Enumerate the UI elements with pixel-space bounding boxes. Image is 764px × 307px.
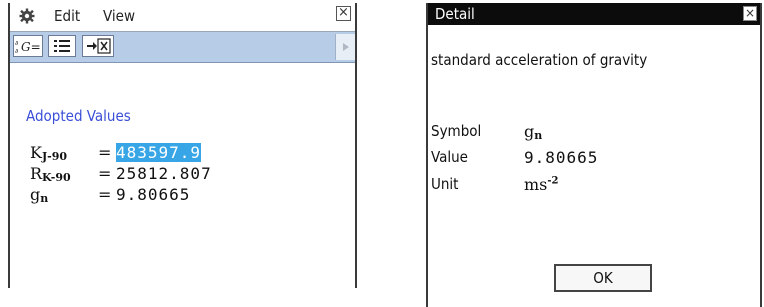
close-icon[interactable]: × <box>336 6 351 21</box>
ok-button[interactable]: OK <box>554 264 652 292</box>
menu-bar: Edit View × <box>10 3 355 32</box>
gear-icon[interactable] <box>19 8 35 24</box>
section-title: Adopted Values <box>26 107 131 125</box>
unit-value: ms-2 <box>524 175 559 194</box>
menu-view[interactable]: View <box>103 7 135 25</box>
constant-row-gn[interactable]: gn = 9.80665 <box>30 185 190 205</box>
symbol-label: Symbol <box>431 122 482 140</box>
detail-dialog: Detail × standard acceleration of gravit… <box>426 3 762 307</box>
constant-value[interactable]: 25812.807 <box>116 164 212 183</box>
list-button[interactable] <box>48 35 76 57</box>
menu-edit[interactable]: Edit <box>54 7 80 25</box>
list-icon <box>54 40 70 52</box>
constant-symbol: KJ-90 <box>30 143 68 163</box>
constant-row-rk90[interactable]: RK-90 = 25812.807 <box>30 164 212 184</box>
insert-x-icon <box>87 38 111 54</box>
graph-equation-icon: ∂ ∂ G= <box>15 40 41 55</box>
svg-text:∂: ∂ <box>15 40 18 47</box>
symbol-value: gn <box>524 122 543 142</box>
svg-text:∂: ∂ <box>15 48 18 55</box>
dialog-titlebar: Detail × <box>428 3 760 25</box>
tb1-label: G= <box>21 40 41 54</box>
unit-label: Unit <box>431 175 459 193</box>
dialog-title: Detail <box>435 5 475 23</box>
constant-symbol: RK-90 <box>30 164 71 184</box>
constant-row-kj90[interactable]: KJ-90 = 483597.9 <box>30 143 202 163</box>
constant-value[interactable]: 9.80665 <box>116 185 190 204</box>
constants-window: Edit View × ∂ ∂ G= Adopted Values KJ-90 … <box>8 3 357 288</box>
graph-equation-button[interactable]: ∂ ∂ G= <box>13 35 43 57</box>
constant-symbol: gn <box>30 185 49 205</box>
value-value: 9.80665 <box>524 148 599 167</box>
close-icon[interactable]: × <box>743 6 757 21</box>
insert-variable-button[interactable] <box>82 35 114 57</box>
toolbar: ∂ ∂ G= <box>10 32 355 63</box>
constant-description: standard acceleration of gravity <box>431 51 648 69</box>
scroll-right-icon[interactable] <box>335 34 355 60</box>
value-label: Value <box>431 148 468 166</box>
constant-value-selected[interactable]: 483597.9 <box>116 143 202 162</box>
